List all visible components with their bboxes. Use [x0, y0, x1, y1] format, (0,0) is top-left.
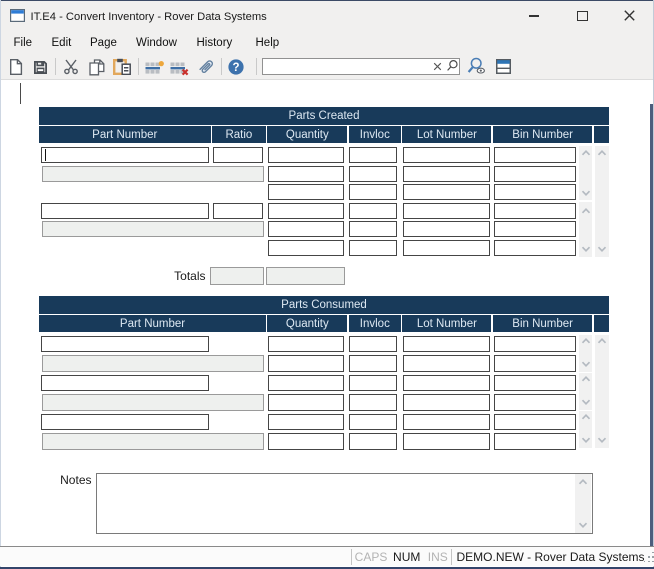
svg-text:?: ?: [232, 62, 239, 74]
